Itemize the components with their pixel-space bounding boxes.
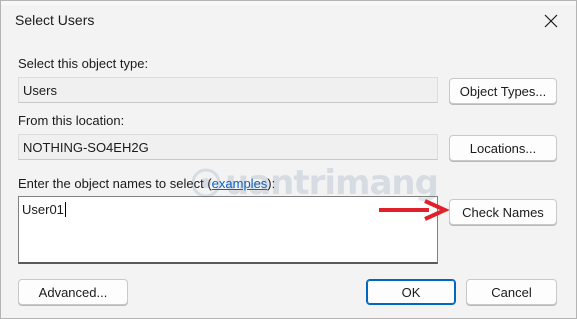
examples-link[interactable]: examples: [212, 176, 268, 191]
close-icon: [544, 14, 558, 28]
object-names-label-prefix: Enter the object names to select (: [18, 176, 212, 191]
select-users-dialog: Select Users Select this object type: Us…: [0, 0, 577, 319]
advanced-button[interactable]: Advanced...: [18, 279, 128, 305]
close-button[interactable]: [537, 7, 565, 35]
ok-button[interactable]: OK: [366, 279, 456, 305]
object-types-button[interactable]: Object Types...: [449, 78, 557, 104]
location-value: NOTHING-SO4EH2G: [23, 140, 149, 155]
location-label: From this location:: [18, 113, 125, 128]
object-names-input[interactable]: User01: [18, 196, 438, 264]
object-type-label: Select this object type:: [18, 56, 149, 71]
cancel-button[interactable]: Cancel: [466, 279, 557, 305]
object-names-value: User01: [22, 202, 64, 217]
red-arrow-icon: [379, 199, 449, 221]
object-type-value: Users: [23, 83, 57, 98]
location-field: NOTHING-SO4EH2G: [18, 134, 438, 160]
object-names-label-suffix: ):: [267, 176, 276, 191]
text-caret: [64, 202, 66, 217]
object-names-label: Enter the object names to select (exampl…: [18, 176, 275, 191]
window-top-edge: [1, 1, 576, 5]
locations-button[interactable]: Locations...: [449, 135, 557, 161]
object-type-field: Users: [18, 77, 438, 103]
check-names-button[interactable]: Check Names: [449, 199, 557, 225]
dialog-title: Select Users: [15, 12, 95, 28]
